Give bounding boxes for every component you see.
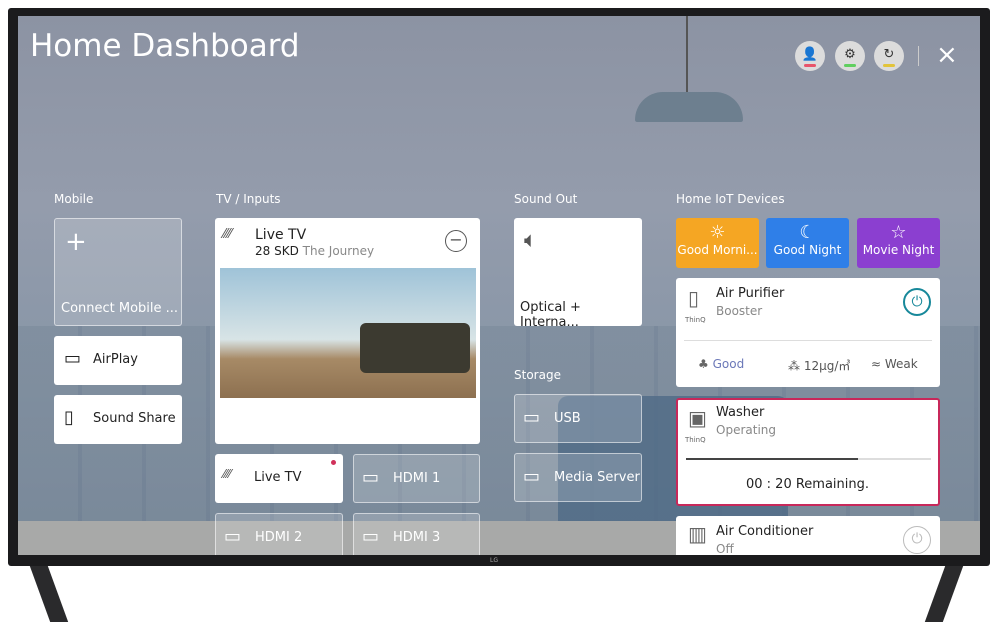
storage-usb[interactable]: ▭ USB [514,394,642,443]
washer-card[interactable]: ▣ ThinQ Washer Operating 00 : 20 Remaini… [676,398,940,506]
input-label: HDMI 2 [255,530,303,545]
air-conditioner-card[interactable]: ▥ Air Conditioner Off ⏻ [676,516,940,555]
sun-icon: ☼ [709,222,726,243]
progress-fill [686,458,858,460]
hdmi-icon: ▭ [362,467,380,488]
pm-value: 12μg/㎥ [803,359,851,373]
thinq-label: ThinQ [685,316,706,324]
wind-level: Weak [884,357,918,371]
input-hdmi-1[interactable]: ▭ HDMI 1 [353,454,480,503]
moon-icon: ☾ [799,222,816,243]
washer-icon: ▣ [688,406,707,430]
star-icon: ☆ [890,222,907,243]
user-star-icon: 👤 [801,47,819,62]
device-name: Air Conditioner [716,524,814,539]
usb-icon: ▭ [523,407,541,428]
power-button[interactable]: ⏻ [903,288,931,316]
airplay-label: AirPlay [93,352,138,367]
thinq-label: ThinQ [685,436,706,444]
remaining-time: 00 : 20 Remaining. [745,477,870,492]
input-label: Live TV [254,470,302,485]
tv-preview [220,268,476,398]
profile-button[interactable]: 👤 [795,41,825,71]
antenna-icon: ⁄⁄⁄⁄ [223,227,232,242]
sound-share-card[interactable]: ▯ Sound Share [54,395,182,444]
tv-stand-left [29,566,69,622]
gear-icon: ⚙ [844,47,856,62]
input-label: HDMI 3 [393,530,441,545]
page-title: Home Dashboard [30,28,300,64]
scene-label: Good Night [773,243,842,257]
storage-label: Media Server [554,470,640,485]
scene-label: Movie Night [862,243,935,257]
channel: 28 SKD [255,244,299,258]
input-live-tv[interactable]: ⁄⁄⁄⁄ Live TV [215,454,343,503]
refresh-icon: ↻ [883,47,895,62]
storage-label: USB [554,411,581,426]
hdmi-icon: ▭ [362,526,380,547]
active-dot [331,460,336,465]
device-status: Booster [716,304,763,318]
live-tv-card[interactable]: ⁄⁄⁄⁄ Live TV 28 SKD The Journey − [215,218,480,444]
device-status: Operating [716,423,776,437]
tv-stand-right [924,566,964,622]
air-quality: Good [712,357,745,371]
ac-icon: ▥ [688,522,707,546]
remove-icon[interactable]: − [445,230,467,252]
purifier-icon: ▯ [688,286,700,310]
section-storage: Storage [514,368,561,382]
brand-logo: LG [490,557,498,564]
speaker-icon: 🔈︎ [524,228,538,253]
device-name: Air Purifier [716,286,785,301]
divider [918,46,919,66]
sound-output-label: Optical + Interna... [520,300,581,330]
connect-mobile-label: Connect Mobile ... [61,301,179,316]
scene-good-morning[interactable]: ☼ Good Morni... [676,218,759,268]
wind-icon: ≈ [871,357,882,371]
input-label: HDMI 1 [393,471,441,486]
connect-mobile-card[interactable]: + Connect Mobile ... [54,218,182,326]
antenna-icon: ⁄⁄⁄⁄ [223,467,232,481]
scene-label: Good Morni... [677,243,758,257]
plus-icon: + [65,227,87,257]
section-iot: Home IoT Devices [676,192,785,206]
section-tv-inputs: TV / Inputs [216,192,281,206]
tree-icon: ♣ [698,357,709,371]
screen: Home Dashboard 👤 ⚙ ↻ × Mobile TV / Input… [18,16,980,555]
airplay-card[interactable]: ▭ AirPlay [54,336,182,385]
close-button[interactable]: × [936,40,958,70]
progress-bar [686,458,931,460]
device-status: Off [716,542,734,555]
section-sound-out: Sound Out [514,192,578,206]
sound-share-label: Sound Share [93,411,176,426]
airplay-icon: ▭ [64,348,82,369]
section-mobile: Mobile [54,192,94,206]
sound-out-card[interactable]: 🔈︎ Optical + Interna... [514,218,642,330]
device-name: Washer [716,405,765,420]
speaker-icon: ▯ [64,407,74,428]
scene-good-night[interactable]: ☾ Good Night [766,218,849,268]
storage-media-server[interactable]: ▭ Media Server [514,453,642,502]
dust-icon: ⁂ [788,359,800,373]
live-tv-title: Live TV [255,227,307,243]
settings-button[interactable]: ⚙ [835,41,865,71]
refresh-button[interactable]: ↻ [874,41,904,71]
server-icon: ▭ [523,466,541,487]
hdmi-icon: ▭ [224,526,242,547]
scene-movie-night[interactable]: ☆ Movie Night [857,218,940,268]
input-hdmi-2[interactable]: ▭ HDMI 2 [215,513,343,555]
program: The Journey [302,244,375,258]
lamp [686,16,688,92]
input-hdmi-3[interactable]: ▭ HDMI 3 [353,513,480,555]
power-button[interactable]: ⏻ [903,526,931,554]
air-purifier-card[interactable]: ▯ ThinQ Air Purifier Booster ⏻ ♣ Good ⁂ … [676,278,940,387]
